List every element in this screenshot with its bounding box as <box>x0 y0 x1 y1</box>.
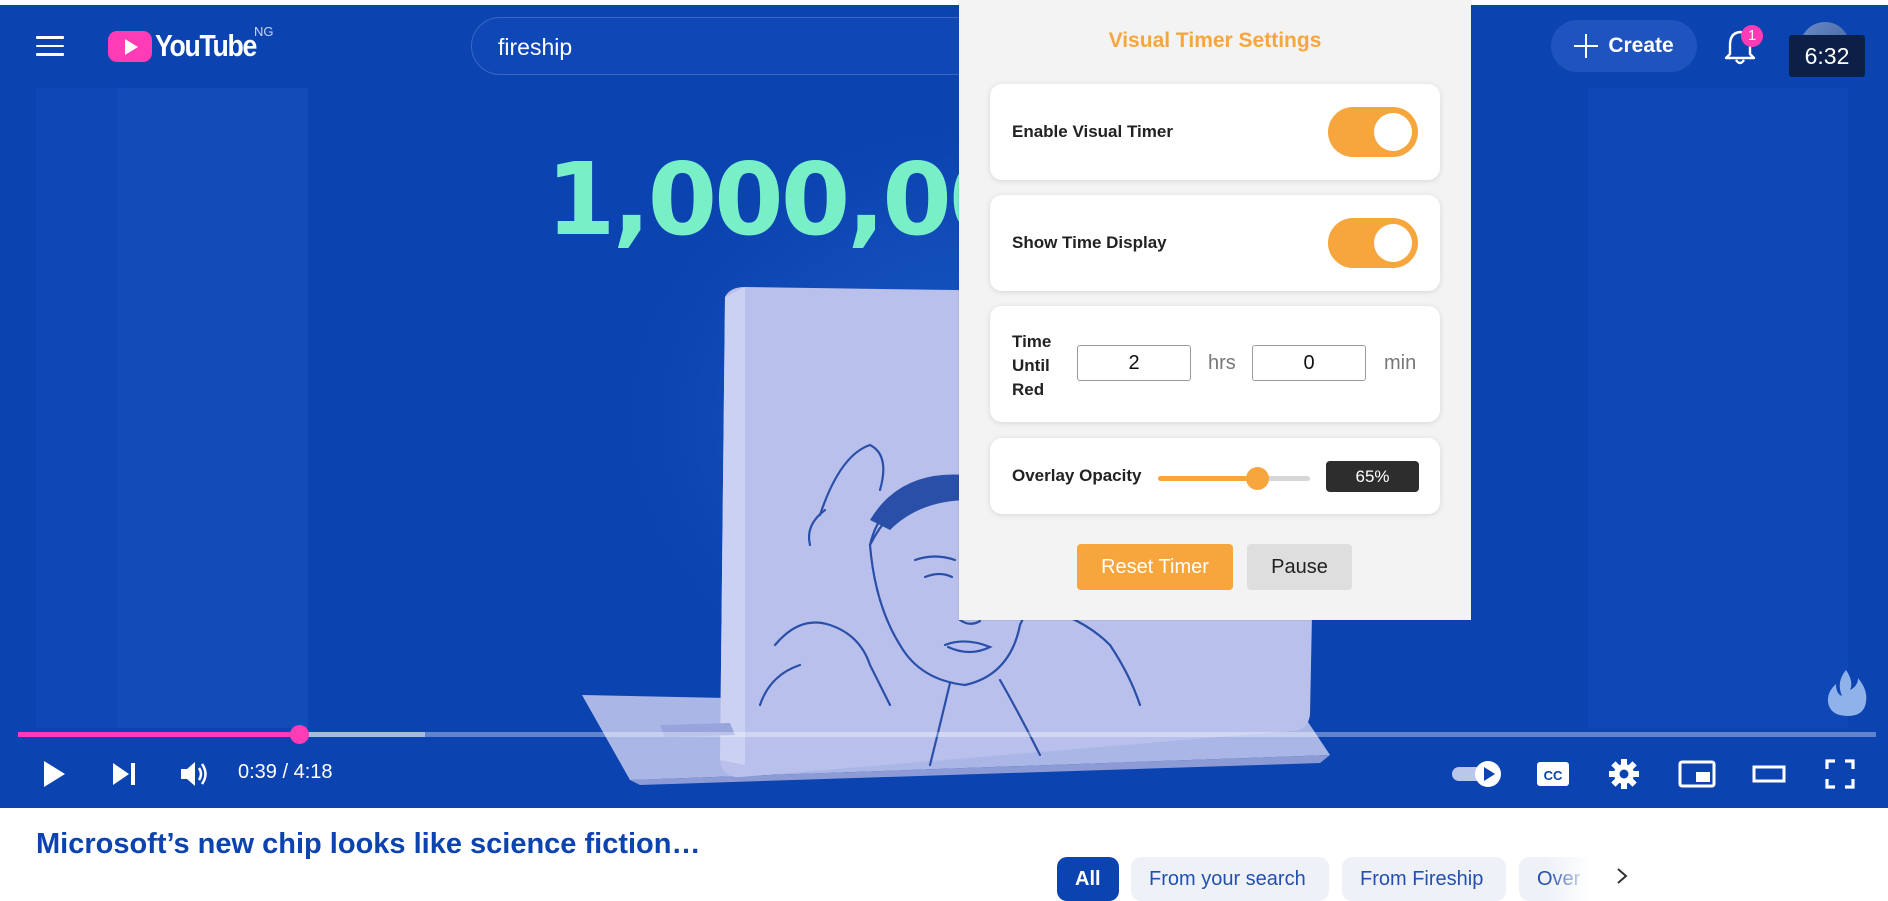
chip-from-your-search[interactable]: From your search <box>1131 857 1329 901</box>
toggle-knob <box>1374 224 1412 262</box>
autoplay-icon <box>1452 761 1501 787</box>
create-button[interactable]: Create <box>1551 20 1697 72</box>
next-icon <box>113 763 135 785</box>
pause-button[interactable]: Pause <box>1247 544 1352 590</box>
label-line: Red <box>1012 380 1045 399</box>
theater-mode-button[interactable] <box>1750 756 1788 792</box>
time-until-red-label: Time Until Red <box>1012 330 1051 402</box>
minutes-unit: min <box>1384 352 1417 374</box>
play-icon <box>44 761 65 787</box>
reset-timer-button[interactable]: Reset Timer <box>1077 544 1233 590</box>
menu-bar <box>36 53 64 56</box>
timer-display-badge: 6:32 <box>1789 35 1865 77</box>
time-until-red-row: Time Until Red hrs min <box>990 306 1440 422</box>
volume-icon <box>181 762 207 786</box>
opacity-slider-fill <box>1158 476 1257 481</box>
hours-input[interactable] <box>1077 345 1191 381</box>
notification-badge: 1 <box>1741 25 1763 47</box>
top-strip <box>0 0 1888 5</box>
country-code: NG <box>254 24 274 39</box>
fullscreen-button[interactable] <box>1822 756 1858 792</box>
toggle-knob <box>1374 113 1412 151</box>
settings-title: Visual Timer Settings <box>1108 29 1322 52</box>
show-time-display-row: Show Time Display <box>990 195 1440 291</box>
chip-all[interactable]: All <box>1057 857 1119 901</box>
progress-played <box>18 732 299 737</box>
youtube-play-icon <box>108 30 152 62</box>
search-box[interactable] <box>471 17 991 75</box>
minutes-input[interactable] <box>1252 345 1366 381</box>
hours-unit: hrs <box>1208 352 1236 374</box>
overlay-opacity-row: Overlay Opacity 65% <box>990 438 1440 514</box>
theater-icon <box>1752 765 1786 783</box>
cc-icon: CC <box>1537 762 1569 786</box>
video-side-panel-right <box>1588 88 1848 728</box>
menu-bar <box>36 44 64 47</box>
settings-button[interactable] <box>1606 756 1642 792</box>
next-button[interactable] <box>106 756 142 792</box>
opacity-value: 65% <box>1326 461 1419 492</box>
chip-over[interactable]: Over <box>1519 857 1591 901</box>
progress-bar[interactable] <box>18 725 1876 744</box>
gear-icon <box>1609 759 1639 789</box>
menu-bar <box>36 36 64 39</box>
volume-button[interactable] <box>176 756 212 792</box>
youtube-logo[interactable]: YouTube <box>108 28 273 64</box>
create-label: Create <box>1608 34 1674 57</box>
enable-visual-timer-row: Enable Visual Timer <box>990 84 1440 180</box>
logo-text: YouTube <box>155 28 257 63</box>
menu-button[interactable] <box>36 30 70 64</box>
play-button[interactable] <box>36 756 72 792</box>
video-player[interactable]: 1,000,000 YouTube NG fireship Create 1 6… <box>0 0 1888 808</box>
fullscreen-icon <box>1825 759 1855 789</box>
miniplayer-button[interactable] <box>1677 756 1717 792</box>
search-input[interactable] <box>496 28 960 66</box>
progress-scrubber[interactable] <box>289 725 309 744</box>
visual-timer-settings-panel: Visual Timer Settings Enable Visual Time… <box>959 0 1471 620</box>
chevron-right-icon[interactable] <box>1612 866 1632 886</box>
time-display: 0:39 / 4:18 <box>238 761 333 783</box>
captions-button[interactable]: CC <box>1534 756 1572 792</box>
flame-icon <box>1827 670 1867 716</box>
autoplay-toggle[interactable] <box>1450 756 1504 792</box>
svg-text:CC: CC <box>1544 768 1563 783</box>
video-title[interactable]: Microsoft’s new chip looks like science … <box>36 828 700 861</box>
chip-from-fireship[interactable]: From Fireship <box>1342 857 1506 901</box>
video-side-panel-left-inner <box>118 88 308 728</box>
label-line: Time <box>1012 332 1052 351</box>
plus-icon <box>1574 34 1599 58</box>
overlay-opacity-label: Overlay Opacity <box>1012 466 1142 485</box>
show-time-display-toggle[interactable] <box>1328 218 1418 268</box>
show-time-display-label: Show Time Display <box>1012 233 1167 252</box>
label-line: Until <box>1012 356 1050 375</box>
enable-visual-timer-toggle[interactable] <box>1328 107 1418 157</box>
miniplayer-icon <box>1678 760 1716 788</box>
opacity-slider[interactable] <box>1158 467 1310 490</box>
enable-visual-timer-label: Enable Visual Timer <box>1012 122 1173 141</box>
opacity-slider-thumb[interactable] <box>1245 467 1269 490</box>
